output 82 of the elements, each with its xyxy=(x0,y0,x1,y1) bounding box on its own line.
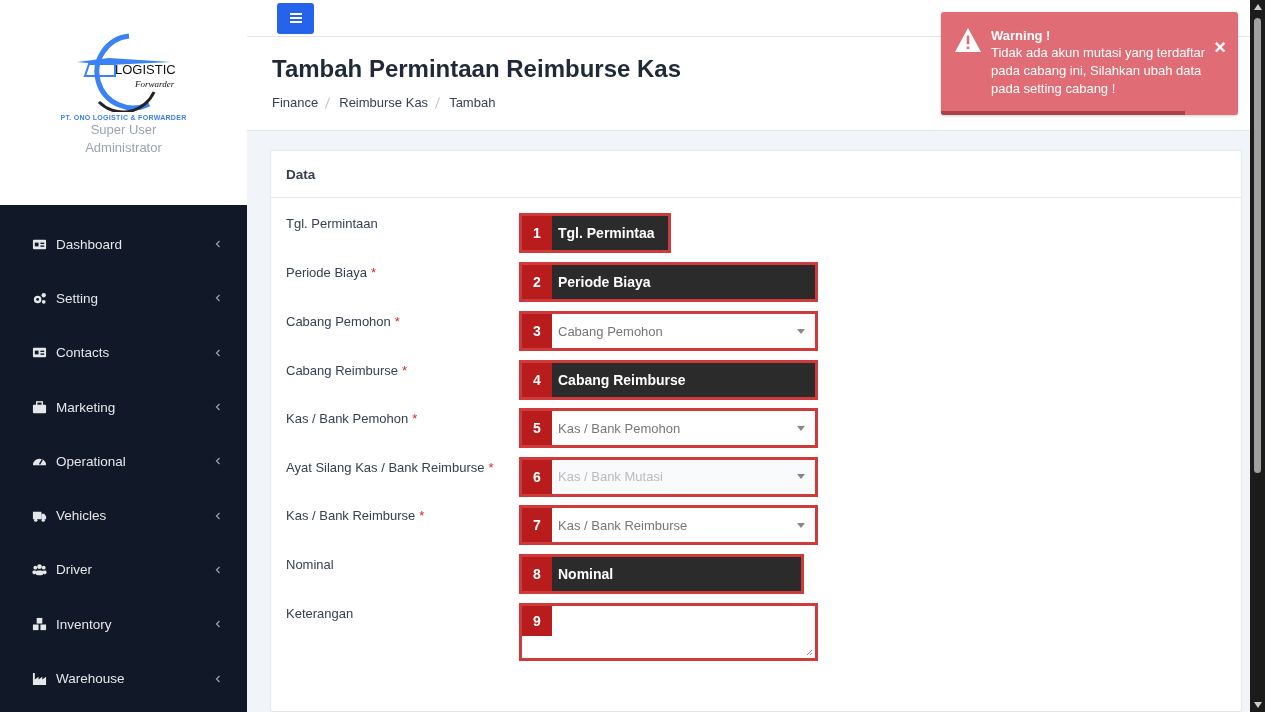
scroll-down-icon[interactable] xyxy=(1253,702,1262,708)
scrollbar[interactable] xyxy=(1250,0,1265,712)
chevron-icon xyxy=(215,294,221,303)
card-title: Data xyxy=(286,166,316,182)
annotation-number: 9 xyxy=(522,605,552,636)
chevron-icon xyxy=(215,348,221,357)
menu-icon xyxy=(289,13,302,23)
sidebar-label: Warehouse xyxy=(56,671,126,686)
caret-icon xyxy=(797,328,805,334)
sidebar-item[interactable]: Inventory xyxy=(0,597,247,652)
sidebar-item[interactable]: Operational xyxy=(0,434,247,489)
user-role: Administrator xyxy=(85,139,162,157)
breadcrumb-item[interactable]: Reimburse Kas xyxy=(339,95,429,110)
users-icon xyxy=(32,562,47,578)
breadcrumb-item[interactable]: Finance xyxy=(272,95,319,110)
annotation-text: Cabang Reimburse xyxy=(558,371,686,388)
warning-icon xyxy=(955,28,981,52)
caret-icon xyxy=(797,474,805,479)
sidebar-label: Driver xyxy=(56,562,93,578)
annotation-number: 5 xyxy=(522,411,552,445)
sidebar-item[interactable]: Driver xyxy=(0,542,247,598)
sidebar-item[interactable]: Warehouse xyxy=(0,651,247,706)
cubes-icon xyxy=(32,616,47,632)
chevron-icon xyxy=(215,240,221,249)
breadcrumb-separator xyxy=(435,96,441,109)
annotation-number: 3 xyxy=(522,314,552,348)
sidebar-label: Inventory xyxy=(56,616,113,632)
toast-message: Tidak ada akun mutasi yang terdaftar pada cabang ini, Silahkan ubah data pada setting cabang ! xyxy=(991,44,1207,98)
select-field[interactable]: 3 Cabang Pemohon xyxy=(519,311,818,351)
annotation-number: 2 xyxy=(522,265,552,299)
chevron-icon xyxy=(215,457,221,466)
annotation-number: 1 xyxy=(522,216,552,250)
company-logo: LOGISTIC Forwarder xyxy=(58,32,189,112)
chevron-icon xyxy=(215,620,221,629)
field-label: Periode Biaya * xyxy=(286,264,377,281)
field-label: Tgl. Permintaan xyxy=(286,215,379,232)
sidebar-label: Vehicles xyxy=(56,508,108,524)
caret-icon xyxy=(797,522,805,528)
sidebar-label: Contacts xyxy=(56,345,111,361)
menu-button[interactable] xyxy=(277,2,314,34)
caret-icon xyxy=(797,425,805,431)
scroll-thumb[interactable] xyxy=(1254,18,1261,473)
annotation-number: 6 xyxy=(522,459,552,494)
gears-icon xyxy=(32,290,47,306)
breadcrumb-separator xyxy=(325,96,331,109)
annotation-number: 7 xyxy=(522,508,552,542)
field-label: Kas / Bank Reimburse * xyxy=(286,507,426,524)
chevron-icon xyxy=(215,565,221,574)
user-name: Super User xyxy=(90,121,157,139)
sidebar-label: Marketing xyxy=(56,399,117,415)
annotation-text: Periode Biaya xyxy=(558,274,651,290)
sidebar-item[interactable]: Setting xyxy=(0,271,247,326)
select-field[interactable]: 7 Kas / Bank Reimburse xyxy=(519,505,818,545)
field-label: Nominal xyxy=(286,555,335,573)
sidebar-label: Dashboard xyxy=(56,236,124,252)
resize-grip-icon xyxy=(805,647,813,656)
chevron-icon xyxy=(215,403,221,412)
field-label: Cabang Pemohon * xyxy=(286,313,401,330)
toast-title: Warning ! xyxy=(991,28,1052,43)
chevron-icon xyxy=(215,674,221,683)
sidebar-item[interactable]: Contacts xyxy=(0,325,247,380)
chevron-icon xyxy=(215,511,221,520)
field-label: Keterangan xyxy=(286,604,355,622)
sidebar-label: Setting xyxy=(56,290,100,306)
field-label: Cabang Reimburse * xyxy=(286,361,409,379)
sidebar-item[interactable]: Dashboard xyxy=(0,217,247,272)
page-title: Tambah Permintaan Reimburse Kas xyxy=(272,55,682,83)
annotation-text: Nominal xyxy=(558,565,614,582)
field-label: Ayat Silang Kas / Bank Reimburse * xyxy=(286,458,495,476)
chart-icon xyxy=(32,671,47,686)
field-label: Kas / Bank Pemohon * xyxy=(286,410,419,427)
annotation-text: Tgl. Permintaa xyxy=(558,225,655,241)
sidebar-item[interactable]: Marketing xyxy=(0,379,247,435)
scroll-up-icon[interactable] xyxy=(1253,4,1262,10)
text-area[interactable]: 9 xyxy=(519,602,818,661)
annotation-number: 4 xyxy=(522,362,552,397)
select-field[interactable]: 5 Kas / Bank Pemohon xyxy=(519,408,818,448)
sidebar-label: Operational xyxy=(56,453,127,469)
annotation-number: 8 xyxy=(522,556,552,591)
breadcrumb-item: Tambah xyxy=(449,95,496,110)
briefcase-icon xyxy=(32,399,47,415)
sidebar-item[interactable]: Vehicles xyxy=(0,488,247,543)
